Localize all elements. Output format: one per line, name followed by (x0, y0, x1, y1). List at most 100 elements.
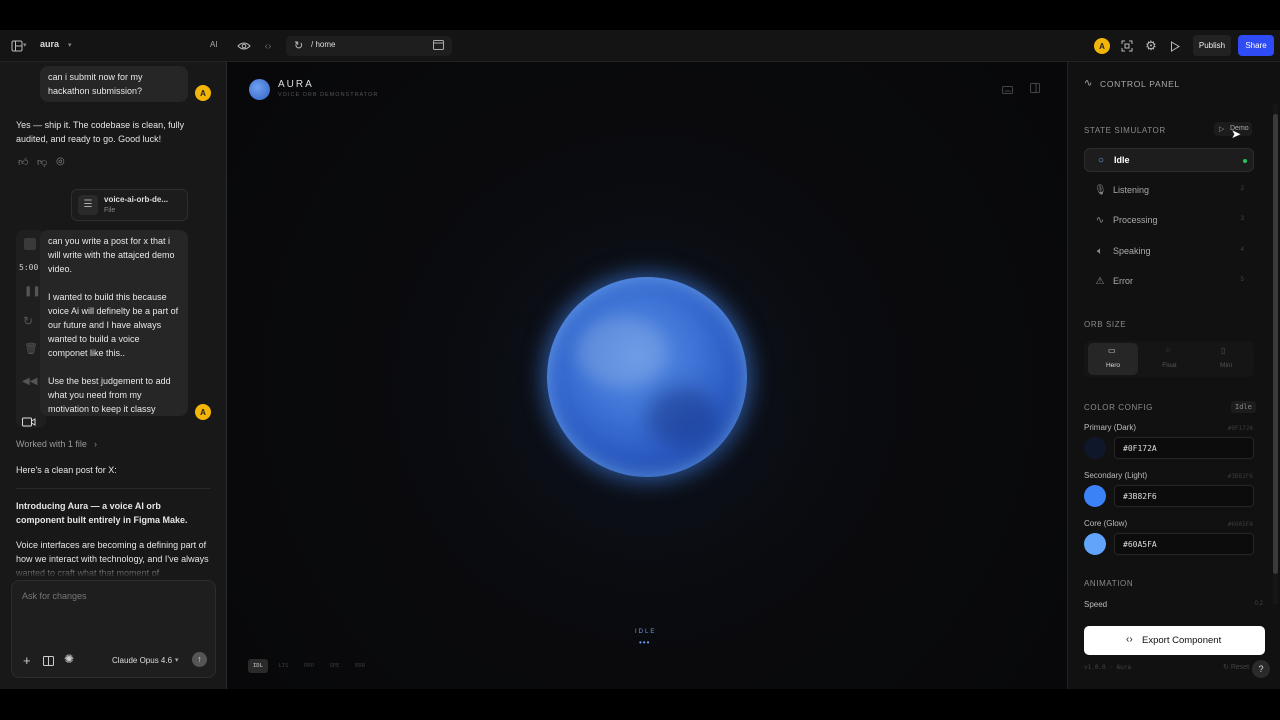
color-config-label: COLOR CONFIG (1084, 403, 1153, 412)
state-option-speaking[interactable]: 🔈︎ Speaking 4 (1084, 240, 1254, 264)
model-chevron-icon[interactable]: ▾ (175, 656, 179, 664)
add-icon[interactable]: + (23, 653, 31, 668)
scrollbar[interactable] (1273, 104, 1278, 604)
user-message-2-p3: Use the best judgement to add what you n… (48, 376, 171, 414)
restart-icon[interactable]: ↻ (23, 314, 33, 328)
pause-icon[interactable]: ❚❚ (24, 286, 41, 297)
state-tab[interactable]: SPE (325, 659, 345, 673)
pulse-icon: ∿ (1084, 78, 1093, 89)
state-tab[interactable]: IDL (248, 659, 268, 673)
state-label: Processing (1113, 215, 1158, 226)
worked-with-files[interactable]: Worked with 1 file (16, 437, 87, 451)
orb-size-selector: ▭ Hero ⁘ Float ▯ Mini (1084, 341, 1254, 377)
play-icon[interactable] (1166, 37, 1184, 55)
model-selector[interactable]: Claude Opus 4.6 (112, 656, 172, 665)
voice-orb[interactable] (547, 277, 747, 477)
trash-icon[interactable]: 🗑︎ (24, 342, 38, 355)
color-swatch[interactable] (1084, 437, 1106, 459)
color-swatch[interactable] (1084, 533, 1106, 555)
project-name[interactable]: aura (40, 39, 59, 49)
user-avatar: A (195, 85, 211, 101)
user-message: can i submit now for my hackathon submis… (40, 66, 188, 102)
state-tab[interactable]: ERR (350, 659, 370, 673)
scan-icon[interactable] (1118, 37, 1136, 55)
sparkle-icon[interactable]: ✺ (64, 652, 74, 666)
chevron-down-icon[interactable]: ▾ (23, 41, 27, 49)
expand-chevron-icon[interactable]: › (94, 437, 97, 451)
play-small-icon: ▷ (1219, 126, 1225, 133)
copy-icon[interactable]: ◎ (56, 156, 65, 167)
color-hex-input[interactable]: #3B82F6 (1114, 485, 1254, 507)
size-label: Float (1162, 362, 1177, 369)
chat-input[interactable]: Ask for changes (22, 591, 87, 601)
file-attachment[interactable]: ☰ voice-ai-orb-de... File (71, 189, 188, 221)
color-hex-input[interactable]: #0F172A (1114, 437, 1254, 459)
size-icon: ⁘ (1164, 346, 1172, 355)
user-avatar-2: A (195, 404, 211, 420)
thumbs-up-icon[interactable]: 👍︎ (18, 156, 28, 168)
chat-panel: can i submit now for my hackathon submis… (0, 62, 227, 689)
open-new-window-icon[interactable] (433, 39, 444, 53)
status-label: IDLE (635, 629, 657, 635)
url-path: / home (311, 40, 336, 49)
state-option-processing[interactable]: ∿ Processing 3 (1084, 209, 1254, 233)
app-title: AURA (278, 79, 314, 90)
code-icon[interactable]: ‹› (259, 37, 277, 55)
scrollbar-thumb[interactable] (1273, 114, 1278, 574)
shortcut-key: 3 (1240, 216, 1244, 223)
shortcut-key: 2 (1240, 185, 1244, 192)
size-option-mini[interactable]: ▯ Mini (1201, 343, 1251, 375)
ai-label[interactable]: AI (210, 40, 218, 49)
circle-icon: ○ (1097, 155, 1105, 166)
sidebar-toggle-icon[interactable] (1030, 82, 1040, 96)
orb-size-label: ORB SIZE (1084, 320, 1127, 329)
state-option-error[interactable]: ⚠︎ Error 5 (1084, 270, 1254, 294)
thumbs-down-icon[interactable]: 👎︎ (37, 156, 47, 168)
state-label: Idle (1114, 155, 1130, 165)
color-swatch[interactable] (1084, 485, 1106, 507)
animation-label: ANIMATION (1084, 579, 1134, 588)
settings-gear-icon[interactable]: ⚙ (1142, 37, 1160, 55)
code-brackets-icon: ‹› (1126, 634, 1133, 645)
keyboard-icon[interactable] (1002, 83, 1013, 97)
speaker-icon: 🔈︎ (1097, 245, 1103, 257)
post-intro: Here's a clean post for X: (16, 465, 117, 475)
send-button[interactable]: ↑ (192, 652, 207, 667)
status-dots: ••• (639, 638, 651, 647)
refresh-icon[interactable]: ↻ (294, 39, 303, 52)
project-chevron-icon[interactable]: ▾ (68, 41, 72, 49)
state-option-listening[interactable]: 🎙︎ Listening 2 (1084, 179, 1254, 203)
state-tab[interactable]: PRO (299, 659, 319, 673)
recording-time: 5:00 (19, 263, 39, 272)
export-component-button[interactable]: ‹› Export Component (1084, 626, 1265, 655)
state-tab[interactable]: LIS (274, 659, 294, 673)
size-icon: ▯ (1221, 346, 1226, 355)
reset-label: Reset (1230, 664, 1250, 671)
divider (16, 488, 210, 489)
reset-button[interactable]: ↻ Reset (1223, 663, 1249, 671)
mic-icon: 🎙︎ (1094, 184, 1107, 196)
color-label: Core (Glow) (1084, 519, 1128, 528)
stop-icon[interactable] (24, 238, 36, 250)
publish-button[interactable]: Publish (1193, 35, 1231, 56)
rewind-icon[interactable]: ◀◀ (22, 376, 37, 387)
color-hex-input[interactable]: #60A5FA (1114, 533, 1254, 555)
speed-label: Speed (1084, 600, 1108, 609)
url-bar[interactable]: ↻ / home (286, 36, 452, 56)
preview-eye-icon[interactable] (235, 37, 253, 55)
user-message-2-p2: I wanted to build this because voice Ai … (48, 292, 179, 358)
export-label: Export Component (1142, 635, 1222, 646)
video-camera-icon[interactable] (22, 416, 36, 430)
chat-input-box: Ask for changes + ✺ Claude Opus 4.6 ▾ ↑ (11, 580, 216, 678)
avatar[interactable]: A (1094, 38, 1110, 54)
file-icon: ☰ (78, 195, 98, 215)
state-option-idle[interactable]: ○ Idle (1084, 148, 1254, 172)
size-option-hero[interactable]: ▭ Hero (1088, 343, 1138, 375)
app-subtitle: VOICE ORB DEMONSTRATOR (278, 92, 379, 98)
book-icon[interactable] (43, 655, 54, 669)
help-button[interactable]: ? (1252, 660, 1270, 678)
file-type: File (104, 207, 116, 214)
size-label: Mini (1220, 362, 1232, 369)
size-option-float[interactable]: ⁘ Float (1145, 343, 1195, 375)
share-button[interactable]: Share (1238, 35, 1274, 56)
